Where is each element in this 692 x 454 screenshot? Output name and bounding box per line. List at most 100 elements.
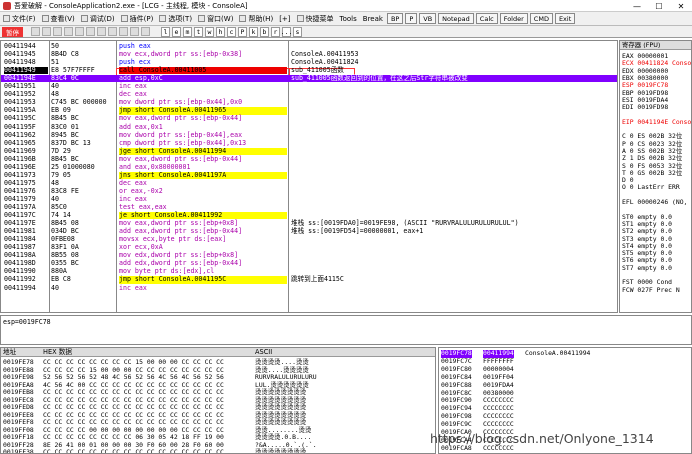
maximize-icon[interactable]: ☐ [648,0,670,12]
menu-plus[interactable]: [+] [276,15,293,23]
register-line[interactable]: FCW 027F Prec N [622,286,680,294]
window-button-11[interactable]: ... [281,26,292,37]
dump-col-address: 地址 [3,348,17,356]
menu-help[interactable]: 帮助(H) [236,14,276,24]
window-button-1[interactable]: e [172,26,181,37]
folder-button[interactable]: Folder [499,13,528,24]
disasm-row[interactable]: 00411975 48 dec eax [1,179,617,187]
exit-button[interactable]: Exit [554,13,576,24]
bp-button[interactable]: BP [386,13,404,24]
memory-dump-pane[interactable]: 地址 HEX 数据 ASCII 0019FE78 CC CC CC CC CC C… [0,347,436,454]
disasm-row[interactable]: 0041195C 8B45 BC mov eax,dword ptr ss:[ebp… [1,114,617,123]
menu-view[interactable]: 查看(V) [39,14,78,24]
menu-quick[interactable]: 快捷菜单 [294,14,337,24]
window-icon [198,15,206,22]
window-button-0[interactable]: l [161,26,170,37]
stack-row[interactable]: 0019FC80 00000004 [439,365,691,374]
trace-into-icon[interactable] [108,27,117,36]
register-line[interactable]: EDI 0019FD98 [622,103,668,111]
window-button-10[interactable]: r [271,26,280,37]
disasm-row[interactable]: 0041195A EB 09 jmp short ConsoleA.00411965 [1,107,617,115]
p-button[interactable]: P [405,13,418,24]
vb-button[interactable]: VB [419,13,437,24]
window-button-9[interactable]: b [260,26,269,37]
window-button-7[interactable]: P [238,26,247,37]
disasm-row[interactable]: 0041198D 0355 BC add edx,dword ptr ss:[ebp… [1,260,617,268]
disasm-row[interactable]: 00411979 40 inc eax [1,195,617,203]
cmd-button[interactable]: CMD [529,13,553,24]
window-button-3[interactable]: t [194,26,203,37]
disasm-row[interactable]: 0041198A 8B55 08 mov edx,dword ptr ss:[ebp… [1,251,617,259]
notepad-button[interactable]: Notepad [438,13,474,24]
disasm-row[interactable]: 0041196E 25 01000080 and eax,0x80000001 [1,162,617,171]
disasm-asm: jmp short ConsoleA.0041195C [119,276,287,284]
register-line[interactable]: O 0 LastErr ERR [622,183,680,191]
disasm-hex: 83C0 01 [51,122,79,131]
window-button-8[interactable]: k [249,26,258,37]
registers-pane[interactable]: 寄存器 (FPU) EAX 00000001 ECX 00411824 Conso… [619,40,692,313]
window-button-4[interactable]: w [205,26,214,37]
execute-till-return-icon[interactable] [130,27,139,36]
restart-icon[interactable] [42,27,51,36]
stack-row[interactable]: 0019FC84 0019FF04 [439,373,691,382]
stack-row[interactable]: 0019FC8C 00380000 [439,389,691,398]
window-button-5[interactable]: h [216,26,225,37]
menu-options[interactable]: 选项(T) [156,14,195,24]
dump-hex: CC CC CC CC CC CC CC CC CC CC CC CC CC C… [43,448,224,454]
disasm-asm: mov eax,dword ptr ss:[ebp-0x44] [119,114,243,123]
disasm-row[interactable]: 00411953 C745 BC 000000 mov dword ptr ss:[… [1,99,617,107]
disasm-row[interactable]: 00411969 7D 29 jge short ConsoleA.00411994 [1,147,617,155]
disasm-row[interactable]: 0041195F 83C0 01 add eax,0x1 [1,122,617,131]
menu-window[interactable]: 窗口(W) [195,14,236,24]
window-button-2[interactable]: m [183,26,192,37]
menu-file[interactable]: 文件(F) [0,14,39,24]
menu-tools[interactable]: Tools [337,15,360,23]
close-icon[interactable]: ✕ [670,0,692,12]
run-icon[interactable] [64,27,73,36]
pause-icon[interactable] [75,27,84,36]
goto-icon[interactable] [141,27,150,36]
disasm-row[interactable]: 0041194E 83C4 0C add esp,0xC sub_411005函数返回… [1,74,617,83]
window-button-6[interactable]: c [227,26,236,37]
stack-row[interactable]: 0019FC94 CCCCCCCC [439,405,691,413]
disasm-row[interactable]: 00411976 83C8 FE or eax,-0x2 [1,187,617,195]
stack-row[interactable]: 0019FC7C FFFFFFFF [439,357,691,366]
register-line[interactable]: EIP 0041194E Console [622,118,691,126]
window-title: 吾爱破解 - ConsoleApplication2.exe - [LCG - … [14,1,248,10]
disasm-row[interactable]: 00411992 EB C8 jmp short ConsoleA.0041195C… [1,276,617,284]
trace-over-icon[interactable] [119,27,128,36]
stack-row[interactable]: 0019FC78 00411994 ConsoleA.00411994 [439,349,691,358]
open-icon[interactable] [31,27,40,36]
disasm-addr: 0041195F [4,122,36,131]
stack-row[interactable]: 0019FC88 0019FDA4 [439,381,691,390]
minimize-icon[interactable]: — [626,0,648,12]
disasm-row[interactable]: 0041196B 8B45 BC mov eax,dword ptr ss:[ebp… [1,155,617,163]
disasm-row[interactable]: 00411951 40 inc eax [1,82,617,90]
register-line[interactable]: ST7 empty 0.0 [622,264,672,272]
menu-break[interactable]: Break [360,15,386,23]
window-button-12[interactable]: s [293,26,302,37]
debug-toolbar: 暂停 l e m t w h c Pk b r... s [0,26,692,38]
disasm-addr: 0041196E [4,162,36,171]
step-over-icon[interactable] [97,27,106,36]
step-into-icon[interactable] [86,27,95,36]
disasm-row[interactable]: 00411973 79 05 jns short ConsoleA.0041197A [1,171,617,180]
disassembly-pane[interactable]: 00411944 50 push eax 00411945 8B4D C8 mov ecx… [0,40,618,313]
menu-plugins[interactable]: 插件(P) [118,14,157,24]
menu-debug[interactable]: 调试(D) [78,14,118,24]
register-line[interactable]: EFL 00000246 (NO, [622,198,687,206]
disasm-row[interactable]: 00411981 034D BC add eax,dword ptr ss:[ebp… [1,227,617,235]
stack-row[interactable]: 0019FC98 CCCCCCCC [439,413,691,421]
stack-row[interactable]: 0019FC90 CCCCCCCC [439,397,691,405]
disasm-row[interactable]: 0041197A 85C0 test eax,eax [1,203,617,211]
stack-row[interactable]: 0019FC9C CCCCCCCC [439,420,691,429]
disasm-row[interactable]: 00411987 83F1 0A xor ecx,0xA [1,243,617,251]
quick-icon [296,15,304,22]
disasm-row[interactable]: 00411984 0FBE08 movsx ecx,byte ptr ds:[eax… [1,235,617,243]
close-file-icon[interactable] [53,27,62,36]
disasm-row[interactable]: 00411965 837D BC 13 cmp dword ptr ss:[ebp-… [1,139,617,147]
calc-button[interactable]: Calc [475,13,498,24]
disasm-row[interactable]: 00411994 40 inc eax [1,284,617,292]
info-text: esp=0019FC78 [3,318,51,326]
disasm-row[interactable]: 00411962 8945 BC mov dword ptr ss:[ebp-0x4… [1,131,617,139]
